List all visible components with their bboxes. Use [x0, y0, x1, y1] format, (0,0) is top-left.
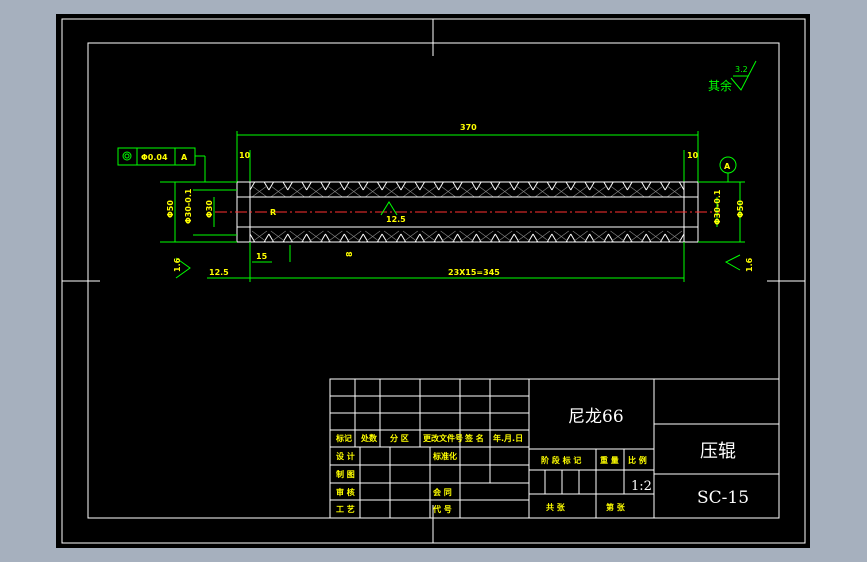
part-name: 压辊 [700, 441, 736, 462]
bore-left: Φ30-0.1 [184, 188, 193, 224]
tooth-top [438, 181, 458, 191]
tooth-bottom [343, 233, 364, 243]
tooth-bottom [400, 233, 421, 243]
roughness-center: 12.5 [386, 215, 406, 224]
sheet-label: 第 张 [606, 502, 626, 512]
surface-value: 3.2 [735, 65, 748, 74]
tooth-top [268, 181, 289, 191]
tooth-bottom [551, 233, 572, 243]
weight-label: 重 量 [600, 455, 619, 465]
od-right: Φ50 [736, 200, 745, 218]
radius-label: R [270, 208, 276, 217]
roughness-left: 1.6 [173, 257, 182, 272]
tooth-bottom [249, 233, 270, 243]
tolerance-value: Φ0.04 [141, 153, 168, 162]
row-design: 设 计 [336, 451, 355, 461]
tooth-bottom [532, 233, 553, 243]
approval-label: 会 同 [433, 487, 452, 497]
tooth-top [306, 181, 326, 191]
tooth-bottom [362, 233, 383, 243]
outer-border [61, 18, 806, 544]
tooth-bottom [589, 233, 609, 243]
tooth-top [513, 181, 534, 191]
th-change-doc: 更改文件号 [423, 433, 463, 443]
tooth-bottom [494, 233, 515, 243]
tooth-bottom [381, 233, 402, 243]
th-mark: 标记 [335, 433, 352, 443]
tooth-top [626, 181, 647, 191]
right-end-dim: 10 [687, 151, 699, 160]
tooth-bottom [287, 233, 308, 243]
tooth-bottom [438, 233, 458, 243]
tooth-bottom [419, 233, 440, 243]
tooth-top [362, 181, 383, 191]
groove-depth: 8 [345, 251, 354, 257]
tooth-top [325, 181, 345, 191]
pitch-total: 23X15=345 [448, 268, 500, 277]
tooth-top [645, 181, 666, 191]
tooth-top [608, 181, 628, 191]
th-sign: 签 名 [464, 433, 484, 443]
tooth-top [476, 181, 496, 191]
cad-drawing: 其余 3.2 370 10 10 Φ0.04 A Φ50 Φ30-0.1 Φ30… [61, 18, 806, 544]
drawing-no: SC-15 [697, 488, 749, 508]
th-zone: 分 区 [390, 433, 409, 443]
tolerance-datum: A [181, 153, 188, 162]
tooth-bottom [626, 233, 647, 243]
tooth-top [400, 181, 421, 191]
tooth-top [249, 181, 270, 191]
overall-length: 370 [460, 123, 477, 132]
tooth-top [494, 181, 515, 191]
tooth-top [381, 181, 402, 191]
tooth-top [343, 181, 364, 191]
scale-label: 比 例 [628, 455, 647, 465]
tooth-top [419, 181, 440, 191]
tooth-top [589, 181, 609, 191]
tooth-top [664, 181, 685, 191]
row-process: 工 艺 [336, 504, 355, 514]
tooth-top [570, 181, 591, 191]
tooth-top [551, 181, 572, 191]
code-label: 代 号 [432, 504, 452, 514]
row-draw: 制 图 [336, 469, 355, 479]
bore-right: Φ30-0.1 [713, 189, 722, 225]
material: 尼龙66 [568, 407, 624, 427]
surface-note: 其余 [708, 78, 732, 93]
standardize-label: 标准化 [432, 451, 457, 461]
od-left: Φ50 [166, 200, 175, 218]
tooth-bottom [664, 233, 685, 243]
id-left: Φ30 [205, 200, 214, 218]
concentricity-symbol [122, 151, 132, 161]
left-end-dim: 10 [239, 151, 251, 160]
tooth-bottom [608, 233, 628, 243]
roughness-right: 1.6 [745, 257, 754, 272]
th-count: 处数 [360, 433, 378, 443]
th-date: 年.月.日 [493, 433, 523, 443]
stage-label: 阶 段 标 记 [541, 455, 581, 465]
tooth-top [457, 181, 477, 191]
tooth-bottom [268, 233, 289, 243]
tooth-bottom [513, 233, 534, 243]
tooth-bottom [457, 233, 477, 243]
tooth-bottom [306, 233, 326, 243]
tooth-top [287, 181, 308, 191]
scale-value: 1:2 [631, 479, 652, 494]
pitch-dim: 15 [256, 252, 268, 261]
offset-dim: 12.5 [209, 268, 229, 277]
tooth-top [532, 181, 553, 191]
tooth-bottom [570, 233, 591, 243]
datum-label: A [724, 162, 731, 171]
tooth-bottom [325, 233, 345, 243]
tooth-bottom [645, 233, 666, 243]
tooth-bottom [476, 233, 496, 243]
row-check: 审 核 [336, 487, 355, 497]
sheets-label: 共 张 [546, 502, 566, 512]
